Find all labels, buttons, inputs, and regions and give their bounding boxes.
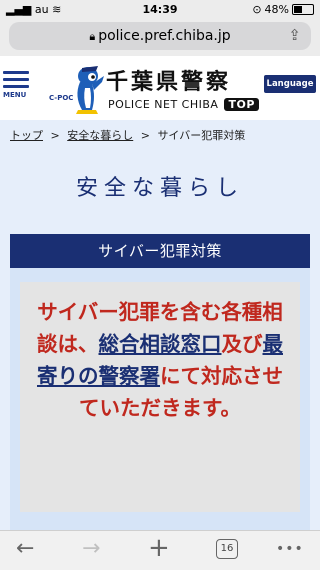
address-bar[interactable]: 🔒︎ police.pref.chiba.jp ⇪ [9,22,311,50]
lock-icon: 🔒︎ [89,30,96,43]
breadcrumb-separator: > [140,129,150,142]
menu-button[interactable]: MENU [3,71,29,99]
forward-icon[interactable]: → [82,536,100,561]
status-bar: ▂▄▆ au ≋ 14:39 ⊙ 48% [0,0,320,20]
page-title: 安全な暮らし [75,176,244,201]
browser-toolbar: ← → + 16 ••• [0,530,320,570]
breadcrumb-home-link[interactable]: トップ [10,129,43,142]
share-icon[interactable]: ⇪ [288,26,301,44]
notice-text: サイバー犯罪を含む各種相談は、総合相談窓口及び最寄りの警察署にて対応させていただ… [37,300,283,420]
orientation-lock-icon: ⊙ [252,3,262,16]
battery-icon [292,4,314,15]
breadcrumb-safety-link[interactable]: 安全な暮らし [67,129,133,142]
top-badge[interactable]: TOP [224,98,259,111]
more-icon[interactable]: ••• [276,541,304,557]
cpoc-tag: C-POC [49,94,74,102]
breadcrumb: トップ > 安全な暮らし > サイバー犯罪対策 [10,127,245,143]
url-text: police.pref.chiba.jp [98,28,231,44]
back-icon[interactable]: ← [16,536,34,561]
site-subtitle: POLICE NET CHIBA TOP [108,98,259,111]
section-header: サイバー犯罪対策 [10,234,310,268]
new-tab-icon[interactable]: + [148,533,170,563]
site-subtitle-text: POLICE NET CHIBA [108,98,219,111]
police-mascot-logo[interactable] [52,62,108,116]
menu-label: MENU [3,91,27,99]
page-content: トップ > 安全な暮らし > サイバー犯罪対策 安全な暮らし サイバー犯罪対策 … [0,120,320,530]
language-button[interactable]: Language [264,75,316,93]
notice-box: サイバー犯罪を含む各種相談は、総合相談窓口及び最寄りの警察署にて対応させていただ… [20,282,300,512]
site-title[interactable]: 千葉県警察 [106,64,231,96]
breadcrumb-current: サイバー犯罪対策 [157,129,246,142]
browser-url-area: 🔒︎ police.pref.chiba.jp ⇪ [0,20,320,56]
breadcrumb-separator: > [50,129,60,142]
consultation-desk-link[interactable]: 総合相談窓口 [99,332,222,356]
site-header: MENU C-POC 千葉県警察 POLICE NET CHIBA TOP La… [0,56,320,120]
battery-percent: 48% [264,3,289,16]
tabs-button[interactable]: 16 [216,539,238,559]
section-body: サイバー犯罪を含む各種相談は、総合相談窓口及び最寄りの警察署にて対応させていただ… [10,268,310,530]
